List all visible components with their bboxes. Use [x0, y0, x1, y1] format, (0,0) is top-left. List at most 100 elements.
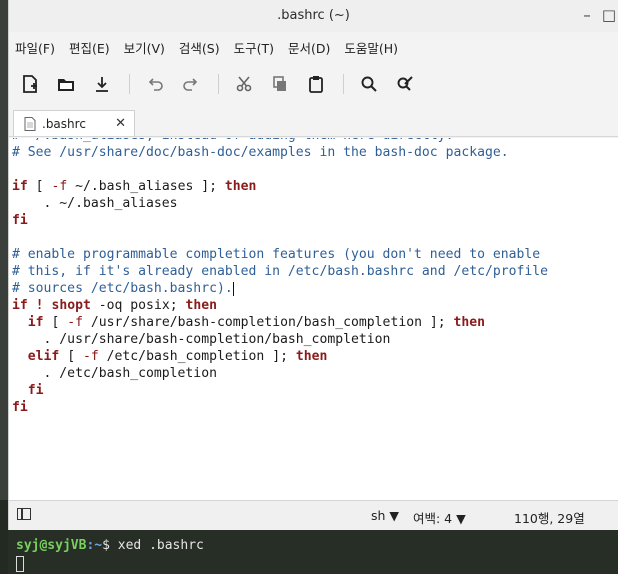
code-line: . /etc/bash_completion	[12, 365, 548, 382]
code-comment: # enable programmable completion feature…	[12, 247, 541, 262]
title-bar: .bashrc (~) – □	[9, 0, 618, 32]
code-keyword: -f	[67, 315, 83, 330]
code-text-span: . /usr/share/bash-completion/bash_comple…	[12, 332, 391, 347]
code-keyword: if	[27, 315, 44, 330]
paste-button[interactable]	[301, 69, 331, 99]
code-text-span	[28, 298, 36, 313]
side-panel-toggle-icon[interactable]	[17, 508, 31, 520]
maximize-icon[interactable]: □	[599, 6, 618, 24]
code-text-span: [	[27, 179, 52, 194]
code-text-span: [	[59, 349, 83, 364]
code-keyword: -f	[51, 179, 68, 194]
code-keyword: if	[12, 179, 28, 194]
code-line: elif [ -f /etc/bash_completion ]; then	[12, 348, 548, 365]
open-folder-icon	[58, 79, 74, 91]
code-keyword: shopt	[51, 298, 91, 313]
code-line: # See /usr/share/doc/bash-doc/examples i…	[12, 144, 548, 161]
code-text-span: -oq posix;	[90, 298, 186, 313]
replace-button[interactable]	[390, 69, 420, 99]
text-cursor	[232, 281, 234, 296]
toolbar-separator	[218, 74, 219, 94]
terminal-command: xed .bashrc	[117, 538, 204, 553]
terminal-path: :~	[86, 538, 103, 553]
code-keyword: -f	[82, 349, 99, 364]
code-text-span: . ~/.bash_aliases	[12, 196, 178, 211]
code-keyword: then	[224, 179, 257, 194]
undo-button[interactable]	[140, 69, 170, 99]
open-button[interactable]	[51, 69, 81, 99]
code-line: if ! shopt -oq posix; then	[12, 297, 548, 314]
terminal-user-host: syj@syjVB	[16, 538, 87, 553]
toolbar	[9, 62, 618, 106]
copy-icon	[273, 76, 286, 91]
desktop-background	[0, 0, 8, 500]
code-line: fi	[12, 212, 548, 229]
menu-documents[interactable]: 문서(D)	[288, 38, 330, 57]
menu-edit[interactable]: 편집(E)	[69, 38, 110, 57]
new-document-button[interactable]	[15, 69, 45, 99]
tab-width-selector[interactable]: 여백: 4 ▼	[413, 508, 466, 527]
redo-button[interactable]	[176, 69, 206, 99]
minimize-icon[interactable]: –	[577, 6, 597, 24]
copy-button[interactable]	[265, 69, 295, 99]
code-comment: # sources /etc/bash.bashrc).	[12, 281, 233, 296]
save-button[interactable]	[87, 69, 117, 99]
code-text-span: /usr/share/bash-completion/bash_completi…	[83, 315, 454, 330]
toolbar-separator	[129, 74, 130, 94]
code-keyword: elif	[27, 349, 60, 364]
close-tab-icon[interactable]: ✕	[115, 116, 126, 131]
menu-help[interactable]: 도움말(H)	[344, 38, 398, 57]
code-comment: # ~/.bash_aliases, instead of adding the…	[12, 138, 453, 143]
code-keyword: !	[35, 298, 44, 313]
code-text-span: [	[43, 315, 68, 330]
search-icon	[361, 76, 377, 92]
code-comment: # See /usr/share/doc/bash-doc/examples i…	[12, 145, 509, 160]
tab-bashrc[interactable]: .bashrc ✕	[13, 110, 135, 136]
redo-icon	[183, 78, 198, 91]
code-line: . ~/.bash_aliases	[12, 195, 548, 212]
tab-width-label: 여백: 4	[413, 511, 453, 526]
window-title: .bashrc (~)	[277, 8, 350, 23]
find-replace-icon	[397, 76, 413, 91]
terminal-panel[interactable]: syj@syjVB:~$ xed .bashrc	[8, 530, 618, 574]
find-button[interactable]	[354, 69, 384, 99]
menu-search[interactable]: 검색(S)	[179, 38, 220, 57]
cut-button[interactable]	[229, 69, 259, 99]
code-line: # sources /etc/bash.bashrc).	[12, 280, 548, 297]
code-line: ​	[12, 229, 548, 246]
code-text[interactable]: # ~/.bash_aliases, instead of adding the…	[12, 138, 548, 416]
code-keyword: then	[185, 298, 218, 313]
code-line: fi	[12, 399, 548, 416]
code-line: # this, if it's already enabled in /etc/…	[12, 263, 548, 280]
terminal-prompt: $	[102, 538, 118, 553]
menu-file[interactable]: 파일(F)	[15, 38, 55, 57]
chevron-down-icon: ▼	[456, 511, 466, 526]
code-comment: # this, if it's already enabled in /etc/…	[12, 264, 549, 279]
code-line: if [ -f ~/.bash_aliases ]; then	[12, 178, 548, 195]
code-text-span	[12, 383, 28, 398]
text-editor-area[interactable]: # ~/.bash_aliases, instead of adding the…	[9, 138, 618, 500]
code-keyword: fi	[12, 213, 28, 228]
code-keyword: then	[453, 315, 486, 330]
code-text-span: . /etc/bash_completion	[12, 366, 217, 381]
tab-label: .bashrc	[42, 116, 86, 131]
clipboard-icon	[309, 76, 323, 93]
chevron-down-icon: ▼	[389, 508, 400, 523]
menu-view[interactable]: 보기(V)	[124, 38, 165, 57]
undo-icon	[148, 78, 163, 91]
language-label: sh	[371, 508, 386, 523]
status-bar: sh ▼ 여백: 4 ▼ 110행, 29열	[9, 500, 618, 530]
code-text-span	[12, 349, 28, 364]
terminal-line: syj@syjVB:~$ xed .bashrc	[16, 538, 204, 553]
download-save-icon	[96, 77, 108, 92]
menu-tools[interactable]: 도구(T)	[234, 38, 274, 57]
editor-window: .bashrc (~) – □ 파일(F) 편집(E) 보기(V) 검색(S) …	[8, 0, 618, 530]
document-icon	[24, 116, 36, 131]
code-line: ​	[12, 161, 548, 178]
code-line: # enable programmable completion feature…	[12, 246, 548, 263]
code-keyword: then	[295, 349, 328, 364]
code-text-span: ~/.bash_aliases ];	[67, 179, 225, 194]
terminal-cursor	[16, 556, 24, 572]
code-text-span	[12, 315, 28, 330]
language-selector[interactable]: sh ▼	[371, 508, 399, 523]
